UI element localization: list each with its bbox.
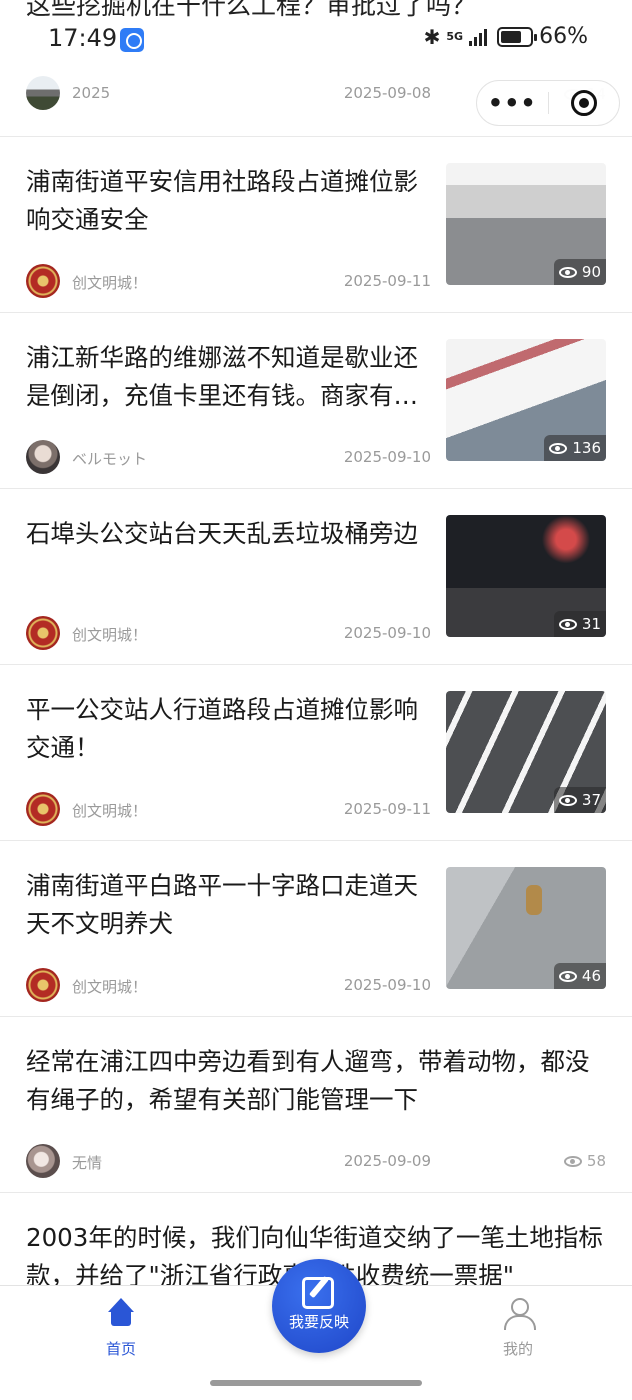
post-author: 2025 [72, 84, 111, 102]
eye-icon [558, 618, 577, 630]
post-meta: 创文明城！ 2025-09-11 [26, 792, 431, 826]
home-icon [106, 1298, 136, 1328]
list-item[interactable]: 经常在浦江四中旁边看到有人遛弯，带着动物，都没有绳子的，希望有关部门能管理一下 … [0, 1017, 632, 1193]
post-date: 2025-09-09 [343, 1152, 431, 1170]
post-author: 创文明城！ [72, 978, 148, 996]
seal-avatar [26, 792, 60, 826]
post-title: 浦南街道平白路平一十字路口走道天天不文明养犬 [26, 871, 418, 938]
post-author: 创文明城！ [72, 626, 148, 644]
post-meta: ベルモット 2025-09-10 [26, 440, 431, 474]
post-date: 2025-09-10 [343, 976, 431, 994]
close-target-icon[interactable] [549, 90, 620, 116]
post-author: 创文明城！ [72, 802, 148, 820]
tree-avatar [26, 76, 60, 110]
post-date: 2025-09-10 [343, 448, 431, 466]
post-meta: 创文明城！ 2025-09-11 [26, 264, 431, 298]
post-title: 石埠头公交站台天天乱丢垃圾桶旁边 [26, 519, 418, 548]
report-button-label: 我要反映 [288, 1313, 349, 1331]
eye-icon [563, 1155, 582, 1167]
post-meta: 创文明城！ 2025-09-10 [26, 968, 431, 1002]
bluetooth-icon: ✱ [423, 24, 441, 49]
post-thumbnail: 46 [446, 867, 606, 989]
post-date: 2025-09-08 [343, 84, 431, 102]
tab-mine-label: 我的 [502, 1340, 533, 1358]
report-button[interactable]: 我要反映 [272, 1259, 366, 1353]
post-author: 无情 [72, 1154, 103, 1172]
battery-icon [497, 26, 538, 47]
post-thumbnail: 90 [446, 163, 606, 285]
post-meta: 无情 2025-09-09 [26, 1144, 431, 1178]
tab-home-label: 首页 [105, 1340, 136, 1358]
partial-post-title[interactable]: 这些挖掘机在干什么工程？审批过了吗？ [26, 0, 476, 22]
seal-avatar [26, 264, 60, 298]
list-item[interactable]: 浦南街道平安信用社路段占道摊位影响交通安全 创文明城！ 2025-09-11 9… [0, 137, 632, 313]
post-date: 2025-09-11 [343, 272, 431, 290]
network-type: 5G [446, 29, 464, 43]
post-author: 创文明城！ [72, 274, 148, 292]
view-count: 136 [544, 435, 606, 461]
seal-avatar [26, 968, 60, 1002]
edit-icon [302, 1275, 336, 1309]
eye-icon [558, 794, 577, 806]
soft-avatar [26, 1144, 60, 1178]
post-meta: 创文明城！ 2025-09-10 [26, 616, 431, 650]
view-count: 90 [553, 259, 606, 285]
status-bar: 17:49 ✱ 5G 66% [0, 20, 632, 60]
view-count: 58 [563, 1152, 606, 1170]
app-notification-icon [120, 28, 144, 52]
post-date: 2025-09-10 [343, 624, 431, 642]
signal-icon [469, 28, 488, 46]
post-title: 平一公交站人行道路段占道摊位影响交通！ [26, 695, 418, 762]
battery-percent: 66% [539, 24, 588, 49]
mini-program-capsule: ••• [476, 80, 620, 126]
status-time: 17:49 [48, 24, 118, 52]
list-item[interactable]: 浦南街道平白路平一十字路口走道天天不文明养犬 创文明城！ 2025-09-10 … [0, 841, 632, 1017]
eye-icon [558, 970, 577, 982]
post-date: 2025-09-11 [343, 800, 431, 818]
list-item[interactable]: 平一公交站人行道路段占道摊位影响交通！ 创文明城！ 2025-09-11 37 [0, 665, 632, 841]
post-meta: 2025 2025-09-08 [26, 76, 431, 110]
tab-home[interactable]: 首页 [71, 1298, 171, 1359]
post-title: 经常在浦江四中旁边看到有人遛弯，带着动物，都没有绳子的，希望有关部门能管理一下 [26, 1047, 590, 1114]
user-icon [503, 1298, 536, 1330]
home-indicator [210, 1380, 422, 1386]
view-count: 37 [553, 787, 606, 813]
post-thumbnail: 31 [446, 515, 606, 637]
post-title: 浦江新华路的维娜滋不知道是歇业还是倒闭，充值卡里还有钱。商家有什么说法？ [26, 343, 418, 410]
post-thumbnail: 37 [446, 691, 606, 813]
list-item[interactable]: 浦江新华路的维娜滋不知道是歇业还是倒闭，充值卡里还有钱。商家有什么说法？ ベルモ… [0, 313, 632, 489]
seal-avatar [26, 616, 60, 650]
post-author: ベルモット [72, 450, 148, 468]
eye-icon [558, 266, 577, 278]
girl-avatar [26, 440, 60, 474]
post-title: 浦南街道平安信用社路段占道摊位影响交通安全 [26, 167, 418, 234]
post-thumbnail: 136 [446, 339, 606, 461]
status-right: ✱ 5G 66% [424, 24, 588, 49]
post-list: 2025 2025-09-08 14 浦南街道平安信用社路段占道摊位影响交通安全… [0, 60, 632, 1369]
list-item[interactable]: 石埠头公交站台天天乱丢垃圾桶旁边 创文明城！ 2025-09-10 31 [0, 489, 632, 665]
eye-icon [549, 442, 568, 454]
view-count: 46 [553, 963, 606, 989]
tab-mine[interactable]: 我的 [468, 1298, 568, 1359]
view-count: 31 [553, 611, 606, 637]
more-icon[interactable]: ••• [477, 89, 548, 117]
